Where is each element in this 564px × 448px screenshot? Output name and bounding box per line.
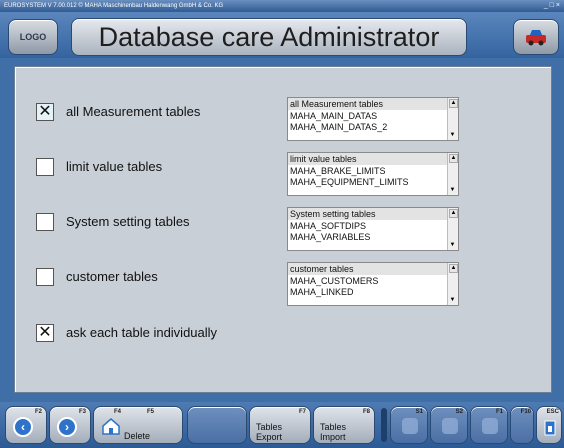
window-controls[interactable]: _ □ × — [544, 0, 560, 12]
function-key-label: S1 — [415, 409, 423, 415]
scroll-up-icon[interactable]: ▲ — [449, 264, 458, 273]
checkbox-system-setting-tables[interactable] — [36, 213, 54, 231]
scroll-down-icon[interactable]: ▼ — [449, 297, 456, 304]
option-row: ✕ all Measurement tables all Measurement… — [15, 97, 551, 141]
list-item[interactable]: MAHA_EQUIPMENT_LIMITS — [290, 177, 409, 188]
option-label: limit value tables — [66, 159, 163, 174]
scroll-up-icon[interactable]: ▲ — [449, 99, 458, 108]
listbox-scrollbar[interactable]: ▲ ▼ — [447, 153, 458, 195]
back-arrow-icon: ‹ — [13, 417, 33, 437]
delete-button[interactable]: F4 F5 Delete — [93, 406, 183, 444]
checkbox-customer-tables[interactable] — [36, 268, 54, 286]
checkbox-all-measurement-tables[interactable]: ✕ — [36, 103, 54, 121]
forward-arrow-icon: › — [57, 417, 77, 437]
delete-label: Delete — [124, 431, 151, 441]
disabled-icon — [402, 418, 418, 434]
tables-import-button[interactable]: F8 Tables Import — [313, 406, 375, 444]
function-key-label: ESC — [546, 409, 559, 415]
page-title: Database care Administrator — [98, 22, 440, 52]
scroll-down-icon[interactable]: ▼ — [449, 242, 456, 249]
back-button[interactable]: F2 ‹ — [5, 406, 47, 444]
import-label-line2: Import — [320, 432, 346, 442]
list-item[interactable]: MAHA_MAIN_DATAS — [290, 111, 377, 122]
table-listbox[interactable]: limit value tables MAHA_BRAKE_LIMITS MAH… — [287, 152, 459, 196]
list-item[interactable]: MAHA_CUSTOMERS — [290, 276, 378, 287]
table-listbox[interactable]: customer tables MAHA_CUSTOMERS MAHA_LINK… — [287, 262, 459, 306]
option-row: limit value tables limit value tables MA… — [15, 152, 551, 196]
help-icon — [482, 418, 498, 434]
home-icon — [102, 418, 120, 435]
table-listbox[interactable]: all Measurement tables MAHA_MAIN_DATAS M… — [287, 97, 459, 141]
disabled-key-s2[interactable]: S2 — [430, 406, 468, 444]
function-key-bar: F2 ‹ F3 › F4 F5 Delete F7 Tables Export … — [0, 402, 564, 448]
disabled-icon — [442, 418, 458, 434]
function-key-label: F7 — [298, 409, 306, 415]
function-key-label: F2 — [34, 409, 42, 415]
header-bar: LOGO Database care Administrator — [0, 12, 564, 58]
option-row: customer tables customer tables MAHA_CUS… — [15, 262, 551, 306]
car-icon — [526, 30, 546, 46]
exit-button[interactable]: ESC — [536, 406, 562, 444]
list-item[interactable]: MAHA_VARIABLES — [290, 232, 370, 243]
listbox-header: all Measurement tables — [288, 98, 448, 110]
logo-button[interactable]: LOGO — [8, 19, 58, 55]
listbox-header: System setting tables — [288, 208, 448, 220]
option-label: customer tables — [66, 269, 158, 284]
disabled-key-f10[interactable]: F10 — [510, 406, 534, 444]
listbox-scrollbar[interactable]: ▲ ▼ — [447, 263, 458, 305]
option-row: ✕ ask each table individually — [15, 318, 551, 362]
window-titlebar: EUROSYSTEM V 7.00.012 © MAHA Maschinenba… — [0, 0, 564, 12]
tables-export-button[interactable]: F7 Tables Export — [249, 406, 311, 444]
forward-button[interactable]: F3 › — [49, 406, 91, 444]
function-key-label: F5 — [146, 409, 154, 415]
content-panel: ✕ all Measurement tables all Measurement… — [14, 66, 552, 393]
list-item[interactable]: MAHA_MAIN_DATAS_2 — [290, 122, 387, 133]
application-window: EUROSYSTEM V 7.00.012 © MAHA Maschinenba… — [0, 0, 564, 448]
export-label-line1: Tables — [256, 422, 283, 432]
footer-separator — [381, 408, 387, 442]
scroll-up-icon[interactable]: ▲ — [449, 154, 458, 163]
option-row: System setting tables System setting tab… — [15, 207, 551, 251]
function-key-label: F8 — [362, 409, 370, 415]
disabled-key-s1[interactable]: S1 — [390, 406, 428, 444]
function-key-label: F3 — [78, 409, 86, 415]
option-label: System setting tables — [66, 214, 190, 229]
scroll-down-icon[interactable]: ▼ — [449, 132, 456, 139]
listbox-header: customer tables — [288, 263, 448, 275]
list-item[interactable]: MAHA_BRAKE_LIMITS — [290, 166, 386, 177]
export-label-line2: Export — [256, 432, 283, 442]
title-panel: Database care Administrator — [71, 18, 467, 56]
function-key-label: F1 — [495, 409, 503, 415]
list-item[interactable]: MAHA_LINKED — [290, 287, 354, 298]
listbox-scrollbar[interactable]: ▲ ▼ — [447, 98, 458, 140]
listbox-header: limit value tables — [288, 153, 448, 165]
option-label: all Measurement tables — [66, 104, 201, 119]
scroll-up-icon[interactable]: ▲ — [449, 209, 458, 218]
checkbox-limit-value-tables[interactable] — [36, 158, 54, 176]
listbox-scrollbar[interactable]: ▲ ▼ — [447, 208, 458, 250]
window-title: EUROSYSTEM V 7.00.012 © MAHA Maschinenba… — [4, 3, 224, 9]
help-key-f1[interactable]: F1 — [470, 406, 508, 444]
function-key-label: F10 — [520, 409, 531, 415]
import-label-line1: Tables — [320, 422, 347, 432]
vehicle-button[interactable] — [513, 19, 559, 55]
function-key-label: S2 — [455, 409, 463, 415]
checkbox-ask-each-table[interactable]: ✕ — [36, 324, 54, 342]
option-label: ask each table individually — [66, 325, 218, 340]
scroll-down-icon[interactable]: ▼ — [449, 187, 456, 194]
exit-icon — [544, 420, 556, 436]
table-listbox[interactable]: System setting tables MAHA_SOFTDIPS MAHA… — [287, 207, 459, 251]
list-item[interactable]: MAHA_SOFTDIPS — [290, 221, 366, 232]
empty-key-button[interactable] — [187, 406, 247, 444]
